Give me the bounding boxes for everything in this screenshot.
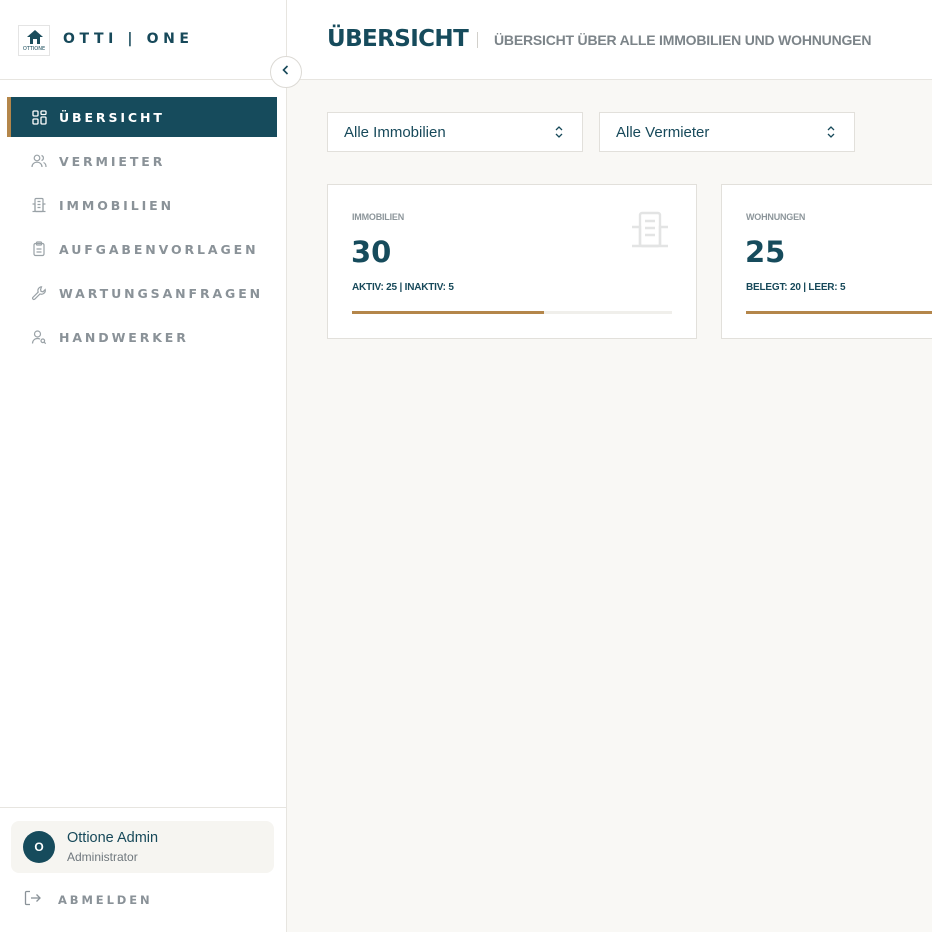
vermieter-select[interactable]: Alle Vermieter bbox=[599, 112, 855, 152]
stat-card-wohnungen[interactable]: WOHNUNGEN 25 BELEGT: 20 | LEER: 5 bbox=[721, 184, 932, 339]
chevron-left-icon bbox=[281, 63, 291, 81]
page-subtitle: ÜBERSICHT ÜBER ALLE IMMOBILIEN UND WOHNU… bbox=[494, 32, 872, 48]
sidebar-item-vermieter[interactable]: VERMIETER bbox=[0, 141, 286, 181]
user-role: Administrator bbox=[67, 850, 138, 864]
stat-detail: BELEGT: 20 | LEER: 5 bbox=[746, 282, 846, 293]
vermieter-select-value: Alle Vermieter bbox=[616, 123, 710, 141]
stat-progress-fill bbox=[352, 311, 544, 314]
sidebar-item-handwerker[interactable]: HANDWERKER bbox=[0, 317, 286, 357]
sidebar-item-label: VERMIETER bbox=[59, 153, 166, 169]
stat-detail: AKTIV: 25 | INAKTIV: 5 bbox=[352, 282, 454, 293]
wrench-icon bbox=[31, 285, 47, 301]
sidebar-item-aufgabenvorlagen[interactable]: AUFGABENVORLAGEN bbox=[0, 229, 286, 269]
collapse-sidebar-button[interactable] bbox=[270, 56, 302, 88]
sidebar-item-uebersicht[interactable]: ÜBERSICHT bbox=[7, 97, 277, 137]
building-icon bbox=[630, 210, 670, 255]
brand-header: OTTIONE OTTI | ONE bbox=[0, 0, 286, 80]
brand-name: OTTI | ONE bbox=[63, 31, 194, 47]
logout-icon bbox=[24, 890, 42, 911]
avatar: O bbox=[23, 831, 55, 863]
sidebar-item-wartungsanfragen[interactable]: WARTUNGSANFRAGEN bbox=[0, 273, 286, 313]
sidebar-item-immobilien[interactable]: IMMOBILIEN bbox=[0, 185, 286, 225]
stat-progress-bar bbox=[352, 311, 672, 314]
company-logo[interactable]: OTTIONE bbox=[18, 25, 50, 56]
grid-icon bbox=[31, 109, 47, 125]
user-search-icon bbox=[31, 329, 47, 345]
immobilien-select-value: Alle Immobilien bbox=[344, 123, 446, 141]
user-profile-card[interactable]: O Ottione Admin Administrator bbox=[11, 821, 274, 873]
user-name: Ottione Admin bbox=[67, 830, 159, 846]
sidebar-item-label: IMMOBILIEN bbox=[59, 197, 174, 213]
stat-value: 30 bbox=[351, 235, 392, 269]
stat-value: 25 bbox=[745, 235, 786, 269]
page-title: ÜBERSICHT bbox=[327, 26, 469, 52]
app-root: OTTIONE OTTI | ONE ÜBERSICHT VERMIETER I… bbox=[0, 0, 932, 932]
chevron-up-down-icon bbox=[826, 125, 836, 144]
stat-card-immobilien[interactable]: IMMOBILIEN 30 AKTIV: 25 | INAKTIV: 5 bbox=[327, 184, 697, 339]
stat-label: WOHNUNGEN bbox=[746, 212, 806, 222]
stat-label: IMMOBILIEN bbox=[352, 212, 404, 222]
building-icon bbox=[31, 197, 47, 213]
page-header: ÜBERSICHT ÜBERSICHT ÜBER ALLE IMMOBILIEN… bbox=[287, 0, 932, 80]
sidebar-item-label: ÜBERSICHT bbox=[59, 109, 165, 125]
sidebar-item-label: HANDWERKER bbox=[59, 329, 189, 345]
immobilien-select[interactable]: Alle Immobilien bbox=[327, 112, 583, 152]
sidebar-nav: ÜBERSICHT VERMIETER IMMOBILIEN AUFGABENV… bbox=[0, 97, 286, 361]
stat-progress-bar bbox=[746, 311, 932, 314]
logout-button[interactable]: ABMELDEN bbox=[24, 890, 153, 910]
logo-text: OTTIONE bbox=[22, 46, 46, 52]
sidebar-item-label: AUFGABENVORLAGEN bbox=[59, 241, 259, 257]
sidebar-item-label: WARTUNGSANFRAGEN bbox=[59, 285, 263, 301]
users-icon bbox=[31, 153, 47, 169]
clipboard-icon bbox=[31, 241, 47, 257]
sidebar: OTTIONE OTTI | ONE ÜBERSICHT VERMIETER I… bbox=[0, 0, 287, 932]
title-divider bbox=[477, 32, 478, 48]
logout-label: ABMELDEN bbox=[58, 893, 153, 907]
stat-progress-fill bbox=[746, 311, 932, 314]
chevron-up-down-icon bbox=[554, 125, 564, 144]
sidebar-footer: O Ottione Admin Administrator ABMELDEN bbox=[0, 807, 286, 932]
